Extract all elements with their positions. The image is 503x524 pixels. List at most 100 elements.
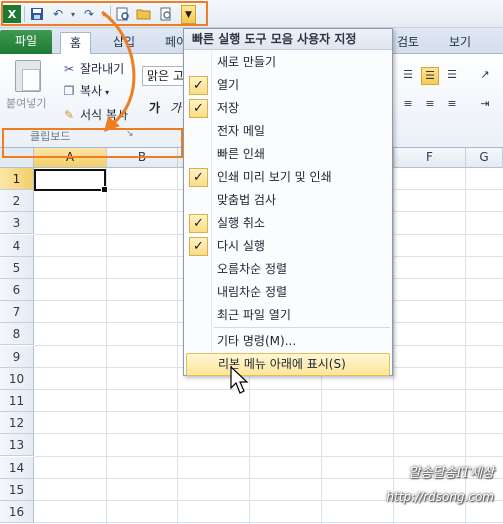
checkmark-icon: ✓ <box>189 168 208 187</box>
row-header-5[interactable]: 5 <box>0 256 34 279</box>
open-icon[interactable] <box>135 5 153 23</box>
menu-item-1[interactable]: ✓ 열기 <box>184 74 392 97</box>
customize-qat-menu: 빠른 실행 도구 모음 사용자 지정 새로 만들기 ✓ 열기 ✓ 저장전자 메일빠른 인… <box>183 28 393 376</box>
align-center-icon[interactable]: ≡ <box>421 96 439 114</box>
orientation-icon[interactable]: ↗ <box>476 67 494 85</box>
row-header-16[interactable]: 16 <box>0 501 34 523</box>
customize-qat-dropdown-icon[interactable]: ▼ <box>181 5 196 24</box>
clipboard-group-label: 클립보드 <box>30 130 71 143</box>
tab-file[interactable]: 파일 <box>0 30 52 54</box>
checkmark-icon: ✓ <box>189 76 208 95</box>
copy-button[interactable]: ❐ 복사 ▾ <box>62 82 110 99</box>
paste-button[interactable]: 붙여넣기 <box>6 95 46 111</box>
menu-item-2[interactable]: ✓ 저장 <box>184 97 392 120</box>
indent-icon[interactable]: ⇥ <box>476 96 494 114</box>
menu-item-11[interactable]: 최근 파일 열기 <box>184 304 392 327</box>
checkmark-icon: ✓ <box>189 99 208 118</box>
font-name-combo[interactable]: 맑은 고딕 <box>142 66 184 86</box>
menu-item-7[interactable]: ✓ 실행 취소 <box>184 212 392 235</box>
checkmark-icon: ✓ <box>189 214 208 233</box>
menu-item-label: 맞춤법 검사 <box>217 193 277 207</box>
row-header-9[interactable]: 9 <box>0 345 34 368</box>
column-header-f[interactable]: F <box>394 148 466 168</box>
tab-view[interactable]: 보기 <box>440 32 480 54</box>
menu-item-9[interactable]: 오름차순 정렬 <box>184 258 392 281</box>
row-header-14[interactable]: 14 <box>0 456 34 479</box>
watermark-url: http://rdsong.com <box>386 490 494 504</box>
chevron-down-icon: ▾ <box>105 88 110 97</box>
align-left-icon[interactable]: ≡ <box>399 96 417 114</box>
menu-item-label: 인쇄 미리 보기 및 인쇄 <box>217 170 332 184</box>
row-header-7[interactable]: 7 <box>0 301 34 324</box>
copy-label: 복사 <box>80 84 103 98</box>
dialog-launcher-icon[interactable]: ↘ <box>126 129 134 139</box>
grid-line-horizontal <box>34 522 503 524</box>
menu-item-0[interactable]: 새로 만들기 <box>184 51 392 74</box>
cut-button[interactable]: ✂ 잘라내기 <box>62 60 124 77</box>
column-header-b[interactable]: B <box>107 148 178 168</box>
scissors-icon: ✂ <box>63 62 75 76</box>
menu-item-label: 열기 <box>217 78 240 92</box>
grid-line-vertical <box>106 168 107 524</box>
tab-review[interactable]: 검토 <box>388 32 428 54</box>
quick-print-icon[interactable] <box>157 5 175 23</box>
paste-icon[interactable] <box>15 60 41 92</box>
format-painter-label: 서식 복사 <box>80 108 128 122</box>
tab-home[interactable]: 홈 <box>60 32 92 55</box>
menu-item-show-below-ribbon[interactable]: 리본 메뉴 아래에 표시(S) <box>186 353 390 376</box>
print-preview-icon[interactable] <box>114 5 132 23</box>
grid-line-vertical <box>177 168 178 524</box>
align-bottom-icon[interactable]: ☰ <box>443 67 461 85</box>
toolbar-separator <box>24 6 25 22</box>
row-header-13[interactable]: 13 <box>0 434 34 457</box>
watermark-name: 알송달송IT세상 <box>408 466 494 481</box>
checkmark-icon: ✓ <box>189 237 208 256</box>
row-header-1[interactable]: 1 <box>0 168 34 190</box>
menu-item-more-commands[interactable]: 기타 명령(M)... <box>184 330 392 353</box>
row-header-10[interactable]: 10 <box>0 367 34 390</box>
menu-item-label: 다시 실행 <box>217 239 265 253</box>
cut-label: 잘라내기 <box>80 62 125 76</box>
menu-item-label: 실행 취소 <box>217 216 265 230</box>
menu-item-4[interactable]: 빠른 인쇄 <box>184 143 392 166</box>
menu-item-8[interactable]: ✓ 다시 실행 <box>184 235 392 258</box>
menu-item-10[interactable]: 내림차순 정렬 <box>184 281 392 304</box>
row-header-4[interactable]: 4 <box>0 234 34 257</box>
row-header-8[interactable]: 8 <box>0 323 34 346</box>
toolbar-separator <box>110 6 111 22</box>
quick-access-toolbar: X ↶ ▾ ↷ ▾ ▼ <box>0 0 503 28</box>
active-cell-a1[interactable] <box>34 169 108 193</box>
menu-item-label: 빠른 인쇄 <box>217 147 265 161</box>
tab-insert[interactable]: 삽입 <box>104 32 144 54</box>
align-middle-icon[interactable]: ☰ <box>421 67 439 85</box>
grid-line-horizontal <box>34 411 503 413</box>
menu-item-5[interactable]: ✓ 인쇄 미리 보기 및 인쇄 <box>184 166 392 189</box>
menu-item-label: 내림차순 정렬 <box>217 285 288 299</box>
column-header-g[interactable]: G <box>466 148 503 168</box>
bold-button[interactable]: 가 <box>149 99 160 116</box>
grid-line-horizontal <box>34 433 503 435</box>
row-header-11[interactable]: 11 <box>0 390 34 412</box>
menu-item-label: 최근 파일 열기 <box>217 308 291 322</box>
excel-icon[interactable]: X <box>3 5 21 23</box>
row-header-15[interactable]: 15 <box>0 478 34 501</box>
row-header-2[interactable]: 2 <box>0 190 34 213</box>
row-header-3[interactable]: 3 <box>0 212 34 235</box>
menu-item-6[interactable]: 맞춤법 검사 <box>184 189 392 212</box>
menu-item-label: 새로 만들기 <box>217 55 277 69</box>
brush-icon: ✎ <box>63 108 75 122</box>
align-right-icon[interactable]: ≡ <box>443 96 461 114</box>
column-header-a[interactable]: A <box>34 148 107 168</box>
menu-title: 빠른 실행 도구 모음 사용자 지정 <box>184 29 392 50</box>
format-painter-button[interactable]: ✎ 서식 복사 <box>62 106 128 123</box>
menu-item-label: 전자 메일 <box>217 124 265 138</box>
menu-item-3[interactable]: 전자 메일 <box>184 120 392 143</box>
menu-item-label: 오름차순 정렬 <box>217 262 288 276</box>
row-header-12[interactable]: 12 <box>0 412 34 435</box>
copy-icon: ❐ <box>63 84 75 98</box>
row-header-6[interactable]: 6 <box>0 279 34 301</box>
save-icon[interactable] <box>28 5 46 23</box>
italic-button[interactable]: 가 <box>170 99 181 116</box>
align-top-icon[interactable]: ☰ <box>399 67 417 85</box>
select-all-corner[interactable] <box>0 148 34 168</box>
